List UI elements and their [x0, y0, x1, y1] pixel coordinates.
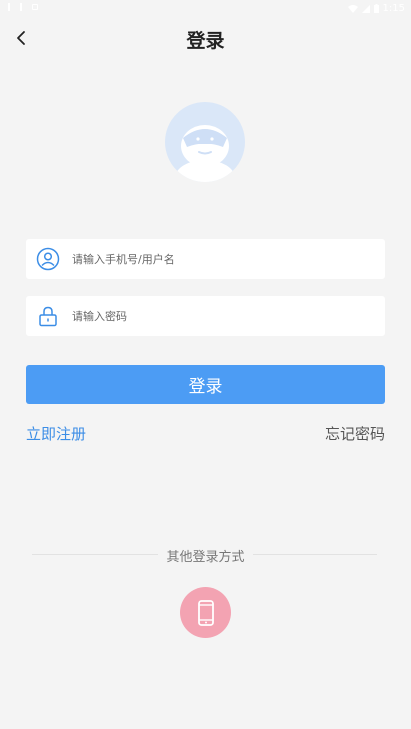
header: 登录	[0, 18, 411, 58]
notification-icon	[8, 3, 10, 11]
avatar	[165, 102, 245, 182]
other-login-text: 其他登录方式	[160, 550, 251, 565]
password-input[interactable]	[70, 296, 385, 336]
forgot-password-link[interactable]: 忘记密码	[325, 423, 385, 444]
status-bar: 1:15	[0, 0, 411, 18]
status-notifications	[8, 3, 38, 11]
password-field[interactable]	[26, 296, 385, 336]
register-link[interactable]: 立即注册	[26, 423, 86, 444]
notification-icon	[20, 3, 22, 11]
username-field[interactable]	[26, 239, 385, 279]
page-title: 登录	[186, 30, 225, 52]
signal-icon	[361, 4, 370, 13]
status-time: 1:15	[382, 3, 405, 14]
other-login-label: 其他登录方式	[0, 546, 411, 565]
username-input[interactable]	[70, 239, 385, 279]
lock-icon	[39, 306, 57, 327]
wifi-icon	[347, 4, 358, 13]
battery-icon	[373, 4, 379, 13]
user-icon	[36, 247, 60, 271]
phone-icon	[197, 599, 214, 626]
status-system: 1:15	[347, 3, 405, 14]
notification-icon	[32, 4, 38, 10]
robot-avatar-icon	[175, 125, 235, 182]
phone-login-button[interactable]	[180, 587, 231, 638]
login-button[interactable]: 登录	[26, 365, 385, 404]
